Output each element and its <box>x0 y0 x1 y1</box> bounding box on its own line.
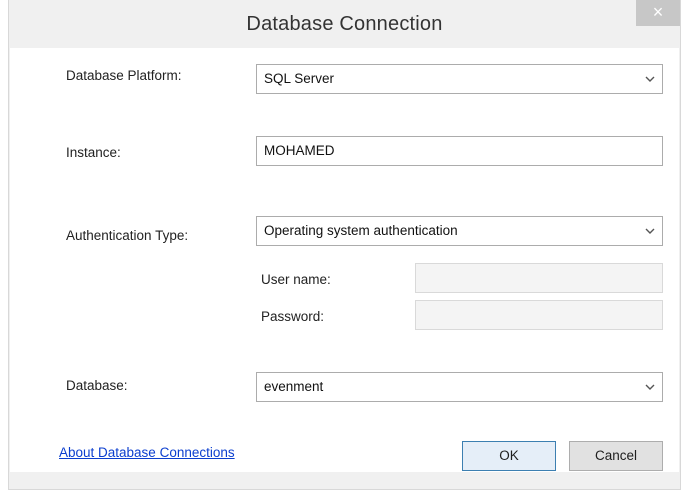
chevron-down-icon <box>643 65 657 93</box>
dialog-content: Database Platform: SQL Server Instance: … <box>10 48 679 472</box>
platform-select[interactable]: SQL Server <box>256 64 663 94</box>
cancel-button[interactable]: Cancel <box>569 441 663 471</box>
chevron-down-icon <box>643 217 657 245</box>
platform-label: Database Platform: <box>66 68 182 83</box>
instance-input[interactable]: MOHAMED <box>256 136 663 166</box>
auth-type-value: Operating system authentication <box>264 223 458 238</box>
username-label: User name: <box>261 272 331 287</box>
database-select[interactable]: evenment <box>256 372 663 402</box>
dialog-title: Database Connection <box>246 13 443 35</box>
username-input[interactable] <box>415 263 663 293</box>
title-bar: Database Connection × <box>9 0 680 48</box>
instance-label: Instance: <box>66 145 121 160</box>
about-database-connections-link[interactable]: About Database Connections <box>59 445 235 460</box>
close-icon: × <box>652 2 664 22</box>
database-label: Database: <box>66 378 128 393</box>
auth-type-label: Authentication Type: <box>66 228 189 243</box>
database-connection-dialog: Database Connection × Database Platform:… <box>8 0 681 490</box>
password-label: Password: <box>261 309 325 324</box>
ok-button[interactable]: OK <box>462 441 556 471</box>
chevron-down-icon <box>643 373 657 401</box>
close-button[interactable]: × <box>636 0 680 26</box>
password-input[interactable] <box>415 300 663 330</box>
platform-value: SQL Server <box>264 71 335 86</box>
auth-type-select[interactable]: Operating system authentication <box>256 216 663 246</box>
database-value: evenment <box>264 379 324 394</box>
instance-value: MOHAMED <box>264 143 335 158</box>
